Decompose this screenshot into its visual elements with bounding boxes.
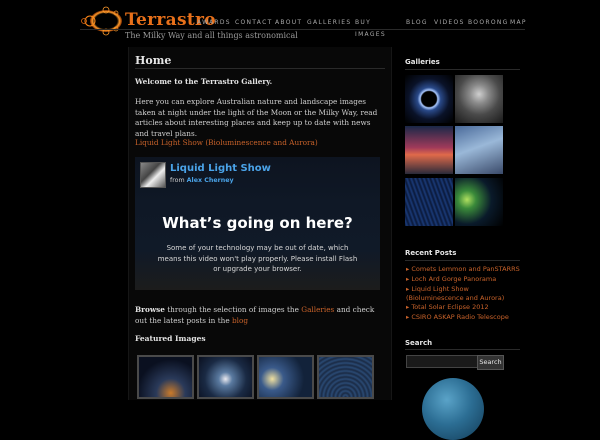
nav-videos[interactable]: VIDEOS [434, 19, 465, 26]
video-error-message: Some of your technology may be out of da… [157, 244, 358, 273]
featured-image-4[interactable] [317, 355, 374, 399]
search-button[interactable]: Search [477, 355, 504, 370]
recent-post-link[interactable]: Comets Lemmon and PanSTARRS [411, 265, 519, 273]
recent-posts-heading: Recent Posts [405, 249, 457, 257]
site-tagline: The Milky Way and all things astronomica… [125, 31, 298, 40]
galleries-divider [405, 69, 520, 70]
nav-about[interactable]: ABOUT [275, 19, 302, 26]
gallery-star-trails[interactable] [405, 178, 453, 226]
video-player[interactable]: Liquid Light Show from Alex Cherney What… [135, 157, 380, 290]
search-input[interactable] [406, 355, 478, 368]
gallery-eclipse[interactable] [405, 75, 453, 123]
recent-post-item[interactable]: ▸ Liquid Light Show (Bioluminescence and… [406, 285, 521, 302]
nav-contact[interactable]: CONTACT [235, 19, 273, 26]
featured-images-heading: Featured Images [135, 334, 206, 343]
recent-post-item[interactable]: ▸ Comets Lemmon and PanSTARRS [406, 265, 520, 274]
title-divider [135, 68, 385, 69]
author-avatar[interactable] [140, 162, 166, 188]
recent-post-link[interactable]: Liquid Light Show (Bioluminescence and A… [406, 285, 504, 302]
recent-posts-divider [405, 260, 520, 261]
browse-paragraph: Browse through the selection of images t… [135, 305, 385, 326]
video-title[interactable]: Liquid Light Show [170, 163, 271, 174]
intro-paragraph: Here you can explore Australian nature a… [135, 97, 378, 138]
video-byline: from Alex Cherney [170, 177, 234, 184]
nav-map[interactable]: MAP [510, 19, 527, 26]
nav-boorong[interactable]: BOORONG [468, 19, 509, 26]
nav-buy[interactable]: BUY [355, 19, 371, 26]
recent-post-link[interactable]: Total Solar Eclipse 2012 [411, 303, 488, 311]
video-post-link[interactable]: Liquid Light Show (Bioluminescence and A… [135, 138, 318, 147]
search-heading: Search [405, 339, 433, 347]
welcome-heading: Welcome to the Terrastro Gallery. [135, 77, 273, 86]
planet-image [422, 378, 484, 440]
featured-image-2[interactable] [197, 355, 254, 399]
browse-lead: Browse [135, 305, 165, 314]
gallery-comet[interactable] [455, 126, 503, 174]
video-from-label: from [170, 177, 185, 184]
video-author-link[interactable]: Alex Cherney [187, 177, 234, 184]
recent-post-item[interactable]: ▸ Total Solar Eclipse 2012 [406, 303, 489, 312]
gallery-aurora[interactable] [405, 126, 453, 174]
video-error-headline: What’s going on here? [162, 214, 353, 232]
search-divider [405, 349, 520, 350]
page-title: Home [135, 54, 172, 67]
fractal-logo-icon[interactable] [78, 4, 126, 36]
gallery-radio-telescope[interactable] [455, 75, 503, 123]
recent-post-link[interactable]: Loch Ard Gorge Panorama [411, 275, 496, 283]
recent-post-item[interactable]: ▸ CSIRO ASKAP Radio Telescope [406, 313, 509, 322]
nav-galleries[interactable]: GALLERIES [307, 19, 351, 26]
browse-mid: through the selection of images the [164, 305, 302, 314]
recent-post-item[interactable]: ▸ Loch Ard Gorge Panorama [406, 275, 496, 284]
nav-awards[interactable]: AWARDS [197, 19, 231, 26]
header-divider [80, 29, 525, 30]
featured-image-3[interactable] [257, 355, 314, 399]
galleries-link[interactable]: Galleries [301, 305, 334, 314]
nav-buy-images[interactable]: IMAGES [355, 31, 386, 38]
recent-post-link[interactable]: CSIRO ASKAP Radio Telescope [411, 313, 509, 321]
gallery-green-aurora[interactable] [455, 178, 503, 226]
featured-image-1[interactable] [137, 355, 194, 399]
galleries-heading: Galleries [405, 58, 440, 66]
nav-blog[interactable]: BLOG [406, 19, 428, 26]
blog-link[interactable]: blog [232, 316, 248, 325]
